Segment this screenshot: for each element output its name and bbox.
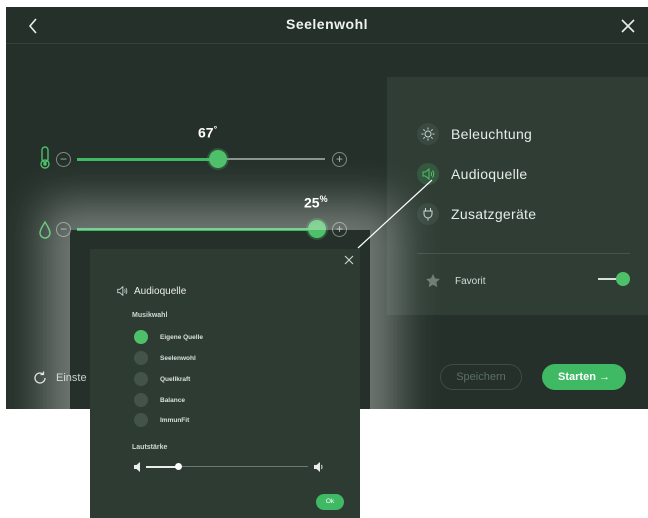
music-option[interactable]: Balance [134,393,185,407]
speaker-icon [417,163,439,185]
favorite-toggle[interactable] [598,272,630,286]
favorite-row: Favorit [425,273,486,289]
humidity-value: 25% [304,194,328,211]
save-button[interactable]: Speichern [440,364,522,390]
popup-header: Audioquelle [116,285,186,297]
volume-high-icon [314,462,323,472]
radio-unselected [134,413,148,427]
temperature-number: 67 [198,124,214,141]
temperature-unit: ° [213,124,218,134]
music-option-label: Eigene Quelle [160,333,203,341]
volume-fill [146,465,179,468]
popup-title: Audioquelle [134,285,187,297]
top-bar: Seelenwohl [6,7,648,44]
menu-item-audio-source[interactable]: Audioquelle [417,160,527,188]
music-section-label: Musikwahl [132,312,168,319]
plug-icon [417,203,439,225]
music-option-label: Seelenwohl [160,354,196,362]
thermometer-icon [40,146,50,169]
menu-item-lighting-label: Beleuchtung [451,126,533,142]
temperature-slider-handle[interactable] [209,150,228,168]
page-title: Seelenwohl [285,16,369,32]
volume-handle[interactable] [174,463,182,470]
radio-unselected [134,393,148,407]
menu-item-audio-source-label: Audioquelle [451,166,528,182]
water-drop-icon [39,220,51,239]
sun-icon [417,123,439,145]
temperature-slider-fill [77,157,219,161]
humidity-unit: % [319,194,328,204]
volume-slider[interactable] [134,462,324,472]
toggle-knob [616,272,630,286]
start-button[interactable]: Starten → [542,364,626,390]
favorite-label: Favorit [455,275,486,287]
star-icon [426,274,440,288]
menu-item-accessories-label: Zusatzgeräte [451,206,537,222]
music-option[interactable]: ImmunFit [134,413,189,427]
ok-button[interactable]: Ok [316,494,344,510]
music-option-label: ImmunFit [160,416,190,424]
radio-unselected [134,372,148,386]
speaker-icon [117,285,128,297]
close-icon[interactable] [618,16,638,36]
radio-selected [134,330,148,344]
menu-item-lighting[interactable]: Beleuchtung [417,120,532,148]
temperature-decrease-button[interactable]: − [56,152,71,167]
music-option[interactable]: Quellkraft [134,372,190,386]
refresh-icon [34,371,46,384]
temperature-increase-button[interactable]: + [332,152,347,167]
popup-close-icon[interactable] [344,255,354,265]
menu-item-accessories[interactable]: Zusatzgeräte [417,200,536,228]
radio-unselected [134,351,148,365]
volume-section-label: Lautstärke [132,444,168,451]
volume-low-icon [134,462,140,472]
humidity-decrease-button[interactable]: − [56,222,71,237]
music-option[interactable]: Seelenwohl [134,351,196,365]
panel-divider [417,253,630,254]
music-option-label: Quellkraft [160,375,191,383]
music-option-label: Balance [160,396,185,404]
temperature-slider-track[interactable] [77,157,325,161]
settings-side-panel: Beleuchtung Audioquelle Zusatzgeräte Fav… [387,77,648,315]
humidity-number: 25 [304,194,320,211]
temperature-value: 67° [198,124,217,141]
music-option[interactable]: Eigene Quelle [134,330,203,344]
audio-source-popup: Audioquelle Musikwahl Eigene Quelle Seel… [90,249,360,518]
